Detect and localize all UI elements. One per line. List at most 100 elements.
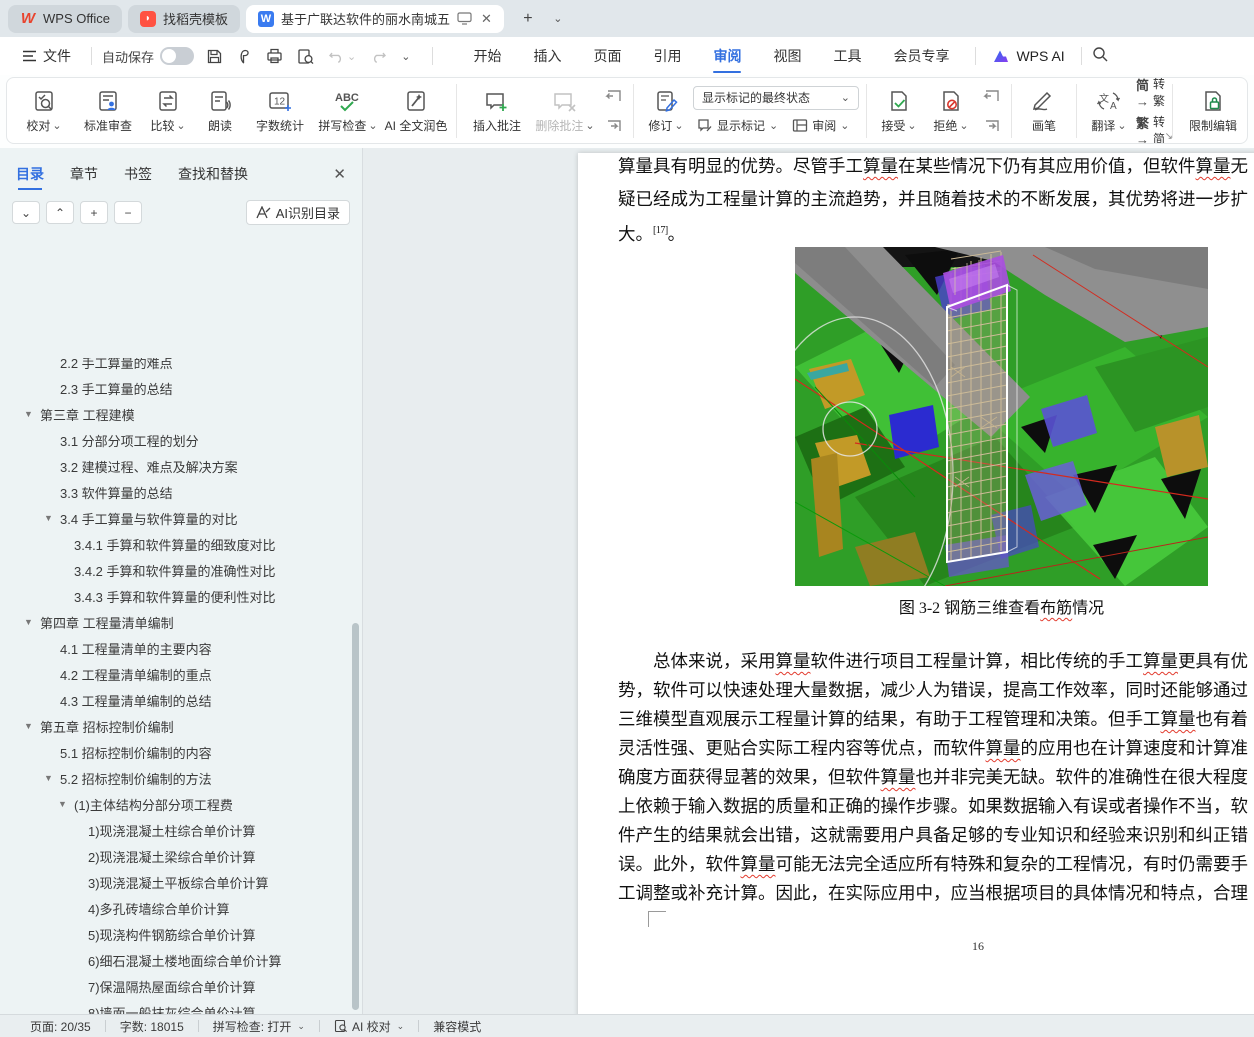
dialog-launcher-icon[interactable]: ↘ [1165,131,1173,142]
caret-down-icon[interactable]: ▼ [58,799,74,809]
new-tab-button[interactable]: + [516,7,540,31]
menu-tab[interactable]: 开始 [457,37,517,75]
undo-chevron-icon[interactable]: ⌄ [347,50,356,63]
status-ai-proofread[interactable]: AI 校对 ⌄ [334,1018,404,1035]
toc-item[interactable]: 3.3 软件算量的总结 [0,479,352,505]
toc-item[interactable]: ▼ 第三章 工程建模 [0,401,352,427]
standard-review-button[interactable]: 标准审查 [75,81,141,141]
caret-down-icon[interactable]: ▼ [44,773,60,783]
ink-brush-button[interactable]: 画笔 [1019,81,1069,141]
caret-down-icon[interactable]: ▼ [24,721,40,731]
toc-item[interactable]: 3.4.2 手算和软件算量的准确性对比 [0,557,352,583]
navigation-tab[interactable]: 章节 [70,164,98,194]
spell-check-button[interactable]: ABC 拼写检查 ⌄ [315,81,381,141]
toc-item[interactable]: 4.3 工程量清单编制的总结 [0,687,352,713]
file-menu-button[interactable]: 文件 [12,46,81,66]
toc-item[interactable]: 5.1 招标控制价编制的内容 [0,739,352,765]
toc-item[interactable]: 4.2 工程量清单编制的重点 [0,661,352,687]
toc-item[interactable]: 3)现浇混凝土平板综合单价计算 [0,869,352,895]
zoom-in-outline-button[interactable]: + [80,201,108,224]
ai-polish-button[interactable]: AI 全文润色 [383,81,449,141]
toc-item[interactable]: 7)保温隔热屋面综合单价计算 [0,973,352,999]
status-page-indicator[interactable]: 页面: 20/35 [30,1018,91,1035]
collapse-all-button[interactable]: ⌄ [12,201,40,224]
traditional-to-simplified-button[interactable]: 繁→ 转简 [1136,113,1165,144]
toc-item[interactable]: 3.2 建模过程、难点及解决方案 [0,453,352,479]
toc-item[interactable]: ▼ 5.2 招标控制价编制的方法 [0,765,352,791]
translate-button[interactable]: 文A 翻译 ⌄ [1084,81,1134,141]
status-spell-check[interactable]: 拼写检查: 打开 ⌄ [213,1018,305,1035]
simplified-to-traditional-button[interactable]: 简→ 转繁 [1136,78,1165,109]
tab-docer-templates[interactable]: ◗ 找稻壳模板 [127,4,240,33]
toc-item[interactable]: 3.4.1 手算和软件算量的细致度对比 [0,531,352,557]
menu-tab[interactable]: 插入 [517,37,577,75]
compare-button[interactable]: 比较 ⌄ [143,81,193,141]
toc-item[interactable]: 6)细石混凝土楼地面综合单价计算 [0,947,352,973]
show-markup-button[interactable]: 显示标记 ⌄ [693,115,782,136]
sidebar-scrollbar-thumb[interactable] [352,623,359,1010]
insert-comment-button[interactable]: 插入批注 [464,81,530,141]
print-icon[interactable] [266,48,283,64]
restrict-editing-button[interactable]: 限制编辑 [1180,81,1246,141]
previous-change-icon[interactable] [978,85,1004,107]
toc-item[interactable]: ▼ (1)主体结构分部分项工程费 [0,791,352,817]
caret-down-icon[interactable]: ▼ [24,409,40,419]
export-pdf-icon[interactable] [237,48,252,65]
search-icon[interactable] [1092,46,1109,66]
ai-recognize-toc-button[interactable]: AI识别目录 [245,200,350,225]
word-count-button[interactable]: 12 字数统计 [247,81,313,141]
zoom-out-outline-button[interactable]: − [114,201,142,224]
delete-comment-button[interactable]: 删除批注 ⌄ [532,81,598,141]
toc-item[interactable]: 4)多孔砖墙综合单价计算 [0,895,352,921]
print-preview-icon[interactable] [297,48,314,65]
next-change-icon[interactable] [978,115,1004,137]
menu-tab[interactable]: 工具 [817,37,877,75]
toc-item[interactable]: ▼ 第五章 招标控制价编制 [0,713,352,739]
menu-tab[interactable]: 视图 [757,37,817,75]
navigation-tab[interactable]: 查找和替换 [178,164,248,194]
read-aloud-button[interactable]: 朗读 [195,81,245,141]
tab-current-document[interactable]: W 基于广联达软件的丽水南城五 ✕ [245,4,504,33]
toc-item[interactable]: 4.1 工程量清单的主要内容 [0,635,352,661]
next-comment-icon[interactable] [600,115,626,137]
review-panel-button[interactable]: 审阅 ⌄ [788,115,853,136]
undo-icon[interactable]: ⌄ [328,49,356,63]
accept-change-button[interactable]: 接受 ⌄ [874,81,924,141]
toc-item[interactable]: 3.4.3 手算和软件算量的便利性对比 [0,583,352,609]
figure-3-2-image[interactable] [795,247,1208,586]
tab-list-chevron-icon[interactable]: ⌄ [546,7,570,31]
menu-tab[interactable]: 页面 [577,37,637,75]
toc-item[interactable]: 1)现浇混凝土柱综合单价计算 [0,817,352,843]
navigation-tab[interactable]: 目录 [16,164,44,194]
navigation-tab[interactable]: 书签 [124,164,152,194]
status-compatibility-mode[interactable]: 兼容模式 [433,1018,481,1035]
previous-comment-icon[interactable] [600,85,626,107]
document-page[interactable]: 算量具有明显的优势。尽管手工算量在某些情况下仍有其应用价值，但软件算量无 疑已经成… [578,153,1254,1014]
proofread-button[interactable]: 校对 ⌄ [15,81,73,141]
save-icon[interactable] [206,48,223,65]
status-word-count[interactable]: 字数: 18015 [120,1018,184,1035]
tab-wps-home[interactable]: W WPS Office [8,4,122,33]
markup-state-dropdown[interactable]: 显示标记的最终状态 ⌄ [693,85,859,110]
expand-all-button[interactable]: ⌃ [46,201,74,224]
toc-item[interactable]: ▼ 第四章 工程量清单编制 [0,609,352,635]
redo-icon[interactable] [370,49,387,63]
toc-item[interactable]: 2.3 手工算量的总结 [0,375,352,401]
close-tab-icon[interactable]: ✕ [481,11,492,27]
toc-item[interactable]: 2)现浇混凝土梁综合单价计算 [0,843,352,869]
toc-item[interactable]: 2.2 手工算量的难点 [0,358,352,375]
caret-down-icon[interactable]: ▼ [44,513,60,523]
reject-change-button[interactable]: 拒绝 ⌄ [926,81,976,141]
toc-item[interactable]: ▼ 3.4 手工算量与软件算量的对比 [0,505,352,531]
quick-toolbar-chevron-icon[interactable]: ⌄ [401,50,410,63]
wps-ai-button[interactable]: WPS AI [986,48,1070,64]
close-pane-icon[interactable]: ✕ [333,165,346,193]
toc-item[interactable]: 8)墙面一般抹灰综合单价计算 [0,999,352,1015]
share-to-screen-icon[interactable] [457,12,472,25]
menu-tab[interactable]: 审阅 [697,37,757,75]
menu-tab[interactable]: 引用 [637,37,697,75]
toc-item[interactable]: 5)现浇构件钢筋综合单价计算 [0,921,352,947]
autosave-control[interactable]: 自动保存 [102,47,195,66]
menu-tab[interactable]: 会员专享 [877,37,965,75]
caret-down-icon[interactable]: ▼ [24,617,40,627]
